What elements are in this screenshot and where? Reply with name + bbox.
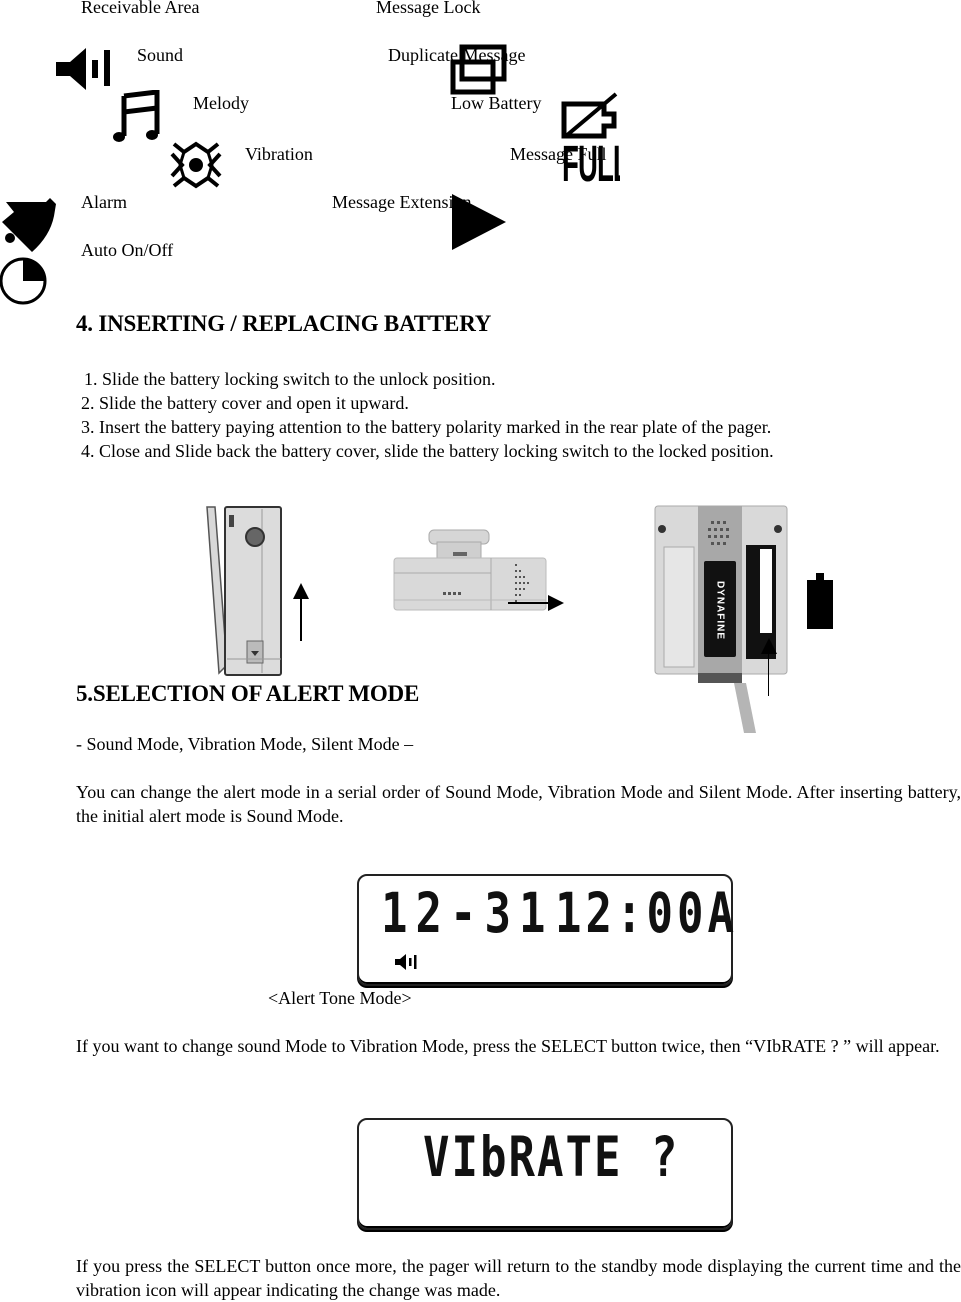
lcd-vibrate-text: VIbRATE ? — [423, 1126, 680, 1190]
change-mode-instruction: If you want to change sound Mode to Vibr… — [76, 1036, 940, 1056]
lcd-display-vibrate: VIbRATE ? — [357, 1118, 733, 1230]
battery-icon — [807, 573, 833, 629]
pager-back-figure: DYNAFINE — [654, 505, 790, 733]
clock-icon — [0, 257, 47, 305]
low-battery-icon — [561, 92, 618, 139]
legend-auto-on-off: Auto On/Off — [81, 240, 174, 260]
vibration-icon — [170, 141, 222, 189]
speaker-icon — [56, 48, 110, 90]
arrow-up-line-2 — [768, 652, 769, 696]
arrow-up-line — [300, 595, 302, 641]
pager-side-view-figure — [205, 505, 285, 677]
alert-modes-line: - Sound Mode, Vibration Mode, Silent Mod… — [76, 734, 414, 754]
arrow-up-icon-2 — [761, 638, 777, 654]
legend-low-battery: Low Battery — [451, 93, 542, 113]
play-arrow-icon — [452, 194, 506, 250]
alarm-bell-icon — [2, 198, 56, 252]
lcd-speaker-icon — [395, 954, 417, 970]
lcd-time: 12:00A — [555, 882, 738, 946]
duplicate-message-icon — [450, 44, 507, 95]
legend-alarm: Alarm — [81, 192, 127, 212]
battery-step-3: 3. Insert the battery paying attention t… — [81, 417, 772, 437]
music-note-icon — [113, 90, 160, 142]
section-4-heading: 4. INSERTING / REPLACING BATTERY — [76, 311, 492, 336]
battery-step-1: 1. Slide the battery locking switch to t… — [84, 369, 496, 389]
full-icon: FULL — [562, 140, 620, 190]
legend-melody: Melody — [193, 93, 249, 113]
legend-receivable-area: Receivable Area — [81, 0, 200, 17]
alert-mode-intro: You can change the alert mode in a seria… — [76, 782, 961, 826]
arrow-right-icon — [548, 595, 564, 611]
legend-message-lock: Message Lock — [376, 0, 481, 17]
arrow-up-icon — [293, 583, 309, 599]
dynafine-logo: DYNAFINE — [714, 580, 726, 641]
lcd-display-standby: 12-31 12:00A — [357, 874, 734, 986]
arrow-right-line — [508, 602, 550, 604]
section-5-heading: 5.SELECTION OF ALERT MODE — [76, 681, 420, 706]
battery-step-4: 4. Close and Slide back the battery cove… — [81, 441, 774, 461]
battery-step-2: 2. Slide the battery cover and open it u… — [81, 393, 409, 413]
legend-sound: Sound — [137, 45, 184, 65]
closing-paragraph: If you press the SELECT button once more… — [76, 1256, 961, 1300]
lcd-date: 12-31 — [381, 882, 554, 946]
alert-tone-mode-caption: <Alert Tone Mode> — [268, 988, 412, 1008]
legend-vibration: Vibration — [245, 144, 313, 164]
